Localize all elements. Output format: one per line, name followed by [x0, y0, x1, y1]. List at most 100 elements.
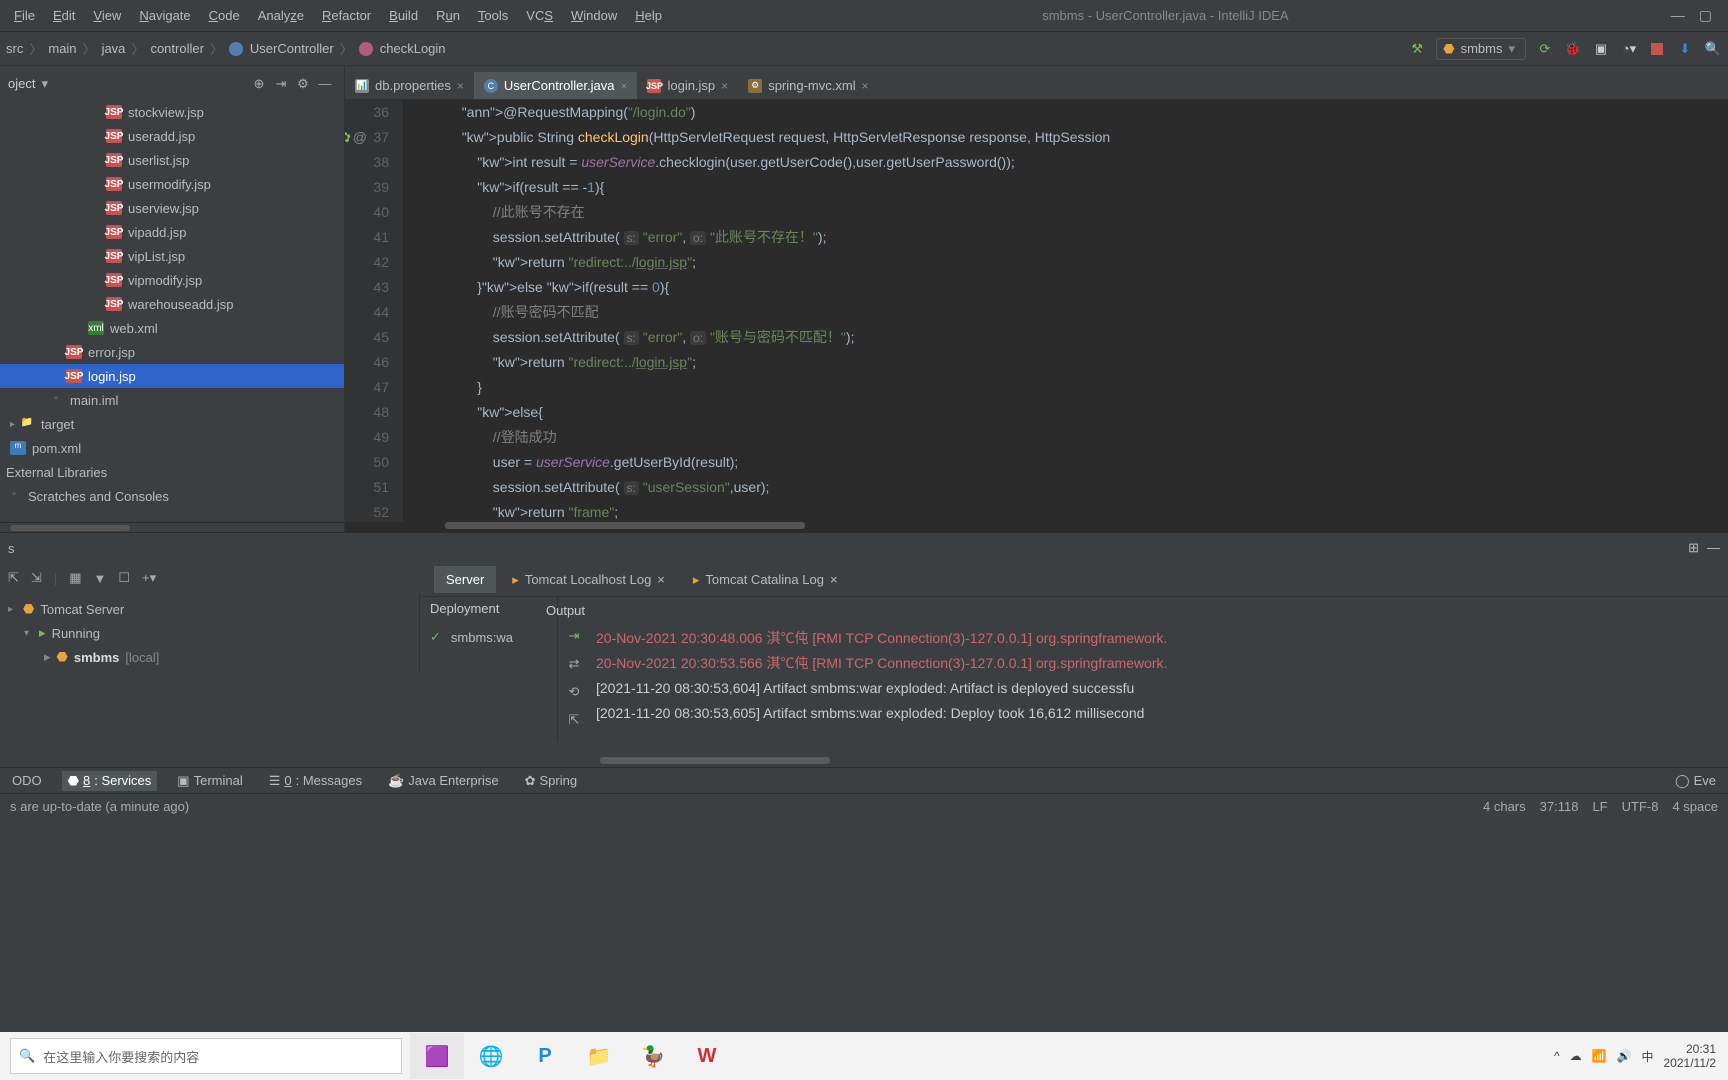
hide-icon[interactable]: — [1707, 540, 1720, 556]
status-sep[interactable]: LF [1592, 799, 1607, 814]
menu-vcs[interactable]: VCS [518, 4, 561, 27]
close-icon[interactable]: × [830, 572, 838, 587]
menu-analyze[interactable]: Analyze [250, 4, 312, 27]
menu-refactor[interactable]: Refactor [314, 4, 379, 27]
status-indent[interactable]: 4 space [1672, 799, 1718, 814]
tree-item[interactable]: mpom.xml [0, 436, 344, 460]
project-label[interactable]: oject [8, 76, 35, 91]
coverage-icon[interactable]: ▣ [1592, 40, 1610, 58]
menu-code[interactable]: Code [201, 4, 248, 27]
menu-tools[interactable]: Tools [470, 4, 516, 27]
javaee-tool[interactable]: ☕ Java Enterprise [382, 771, 505, 791]
rerun-icon[interactable]: ⟳ [1536, 40, 1554, 58]
crumb-main[interactable]: main [48, 41, 76, 56]
tray-cloud-icon[interactable]: ☁ [1570, 1049, 1582, 1063]
console-output[interactable]: 20-Nov-2021 20:30:48.006 淇℃伅 [RMI TCP Co… [590, 622, 1728, 757]
maximize-icon[interactable]: ▢ [1699, 7, 1712, 24]
project-scrollbar[interactable] [0, 522, 344, 532]
chevron-down-icon[interactable]: ▾ [41, 76, 48, 92]
tray-up-icon[interactable]: ^ [1554, 1049, 1560, 1063]
tree-item[interactable]: JSPuserview.jsp [0, 196, 344, 220]
status-encoding[interactable]: UTF-8 [1622, 799, 1659, 814]
editor-tab[interactable]: CUserController.java× [474, 72, 638, 99]
services-tree[interactable]: ▸⬣ Tomcat Server ▾▸ Running ▸⬣ smbms [lo… [0, 593, 420, 673]
menu-view[interactable]: View [85, 4, 129, 27]
editor-scrollbar-h[interactable] [345, 522, 1728, 532]
hide-icon[interactable]: — [314, 76, 336, 91]
locate-icon[interactable]: ⊕ [248, 76, 270, 92]
crumb-class[interactable]: UserController [250, 41, 334, 56]
settings-icon[interactable]: ⊞ [1688, 540, 1699, 556]
tomcat-server-node[interactable]: ▸⬣ Tomcat Server [0, 597, 419, 621]
tree-item[interactable]: ▫Scratches and Consoles [0, 484, 344, 508]
menu-window[interactable]: Window [563, 4, 625, 27]
crumb-controller[interactable]: controller [150, 41, 203, 56]
search-icon[interactable]: 🔍 [1704, 40, 1722, 58]
app-chrome[interactable]: 🌐 [464, 1033, 518, 1079]
editor-tab[interactable]: JSPlogin.jsp× [637, 72, 738, 99]
todo-tool[interactable]: ODO [6, 771, 48, 790]
app-p[interactable]: P [518, 1033, 572, 1079]
minimize-icon[interactable]: — [1671, 7, 1685, 24]
tab-catalina-log[interactable]: ▸Tomcat Catalina Log× [681, 566, 850, 594]
config-node[interactable]: ▸⬣ smbms [local] [0, 645, 419, 669]
menu-run[interactable]: Run [428, 4, 468, 27]
editor-tab[interactable]: ⚙spring-mvc.xml× [738, 72, 878, 99]
run-config-selector[interactable]: ⬣ smbms ▾ [1436, 38, 1526, 60]
app-wps[interactable]: W [680, 1033, 734, 1079]
menu-edit[interactable]: Edit [45, 4, 83, 27]
terminal-tool[interactable]: ▣ Terminal [171, 771, 248, 791]
tree-item[interactable]: JSPusermodify.jsp [0, 172, 344, 196]
update-icon[interactable]: ⬇ [1676, 40, 1694, 58]
gear-icon[interactable]: ⚙ [292, 76, 314, 92]
close-icon[interactable]: × [620, 79, 627, 93]
tray-clock[interactable]: 20:31 2021/11/2 [1664, 1042, 1717, 1070]
menu-help[interactable]: Help [627, 4, 670, 27]
tree-item[interactable]: JSPuserlist.jsp [0, 148, 344, 172]
menu-navigate[interactable]: Navigate [131, 4, 198, 27]
tab-server[interactable]: Server [434, 566, 496, 593]
expand-icon[interactable]: ⇱ [8, 570, 19, 586]
collapse-icon[interactable]: ⇥ [270, 76, 292, 92]
stop-icon[interactable] [1648, 40, 1666, 58]
collapse-icon[interactable]: ⇲ [31, 570, 42, 586]
bookmark-icon[interactable]: ☐ [118, 570, 130, 586]
tree-item[interactable]: JSPvipadd.jsp [0, 220, 344, 244]
editor-tab[interactable]: 📊db.properties× [345, 72, 474, 99]
crumb-method[interactable]: checkLogin [380, 41, 446, 56]
services-tool[interactable]: ⬣ 8: Services [62, 771, 158, 791]
profiler-icon[interactable]: ◔▾ [1620, 40, 1638, 58]
tray-wifi-icon[interactable]: 📶 [1592, 1049, 1607, 1063]
tree-item[interactable]: JSPvipList.jsp [0, 244, 344, 268]
app-intellij[interactable]: 🟪 [410, 1033, 464, 1079]
debug-icon[interactable]: 🐞 [1564, 40, 1582, 58]
project-tree[interactable]: JSPstockview.jspJSPuseradd.jspJSPuserlis… [0, 100, 344, 522]
close-icon[interactable]: × [721, 79, 728, 93]
windows-search[interactable]: 🔍 在这里输入你要搜索的内容 [10, 1038, 402, 1074]
crumb-java[interactable]: java [102, 41, 126, 56]
build-icon[interactable]: ⚒ [1408, 40, 1426, 58]
spring-tool[interactable]: ✿ Spring [519, 771, 583, 791]
tray-volume-icon[interactable]: 🔊 [1617, 1049, 1632, 1063]
close-icon[interactable]: × [862, 79, 869, 93]
filter-icon[interactable]: ▼ [94, 571, 107, 586]
add-icon[interactable]: +▾ [142, 570, 156, 586]
tree-item[interactable]: JSPlogin.jsp [0, 364, 344, 388]
grid-icon[interactable]: ▦ [69, 570, 81, 586]
tree-item[interactable]: JSPwarehouseadd.jsp [0, 292, 344, 316]
export-icon[interactable]: ⇱ [569, 712, 580, 728]
close-icon[interactable]: × [657, 572, 665, 587]
tab-localhost-log[interactable]: ▸Tomcat Localhost Log× [500, 566, 677, 594]
tree-item[interactable]: JSPuseradd.jsp [0, 124, 344, 148]
event-log-tool[interactable]: ◯ Eve [1669, 771, 1722, 791]
tree-item[interactable]: JSPvipmodify.jsp [0, 268, 344, 292]
menu-file[interactable]: File [6, 4, 43, 27]
up-icon[interactable]: ⇥ [569, 628, 580, 644]
messages-tool[interactable]: ☰ 0: Messages [263, 771, 368, 791]
crumb-src[interactable]: src [6, 41, 23, 56]
app-explorer[interactable]: 📁 [572, 1033, 626, 1079]
tree-item[interactable]: ▫main.iml [0, 388, 344, 412]
close-icon[interactable]: × [457, 79, 464, 93]
tray-ime[interactable]: 中 [1641, 1048, 1653, 1065]
app-duck[interactable]: 🦆 [626, 1033, 680, 1079]
